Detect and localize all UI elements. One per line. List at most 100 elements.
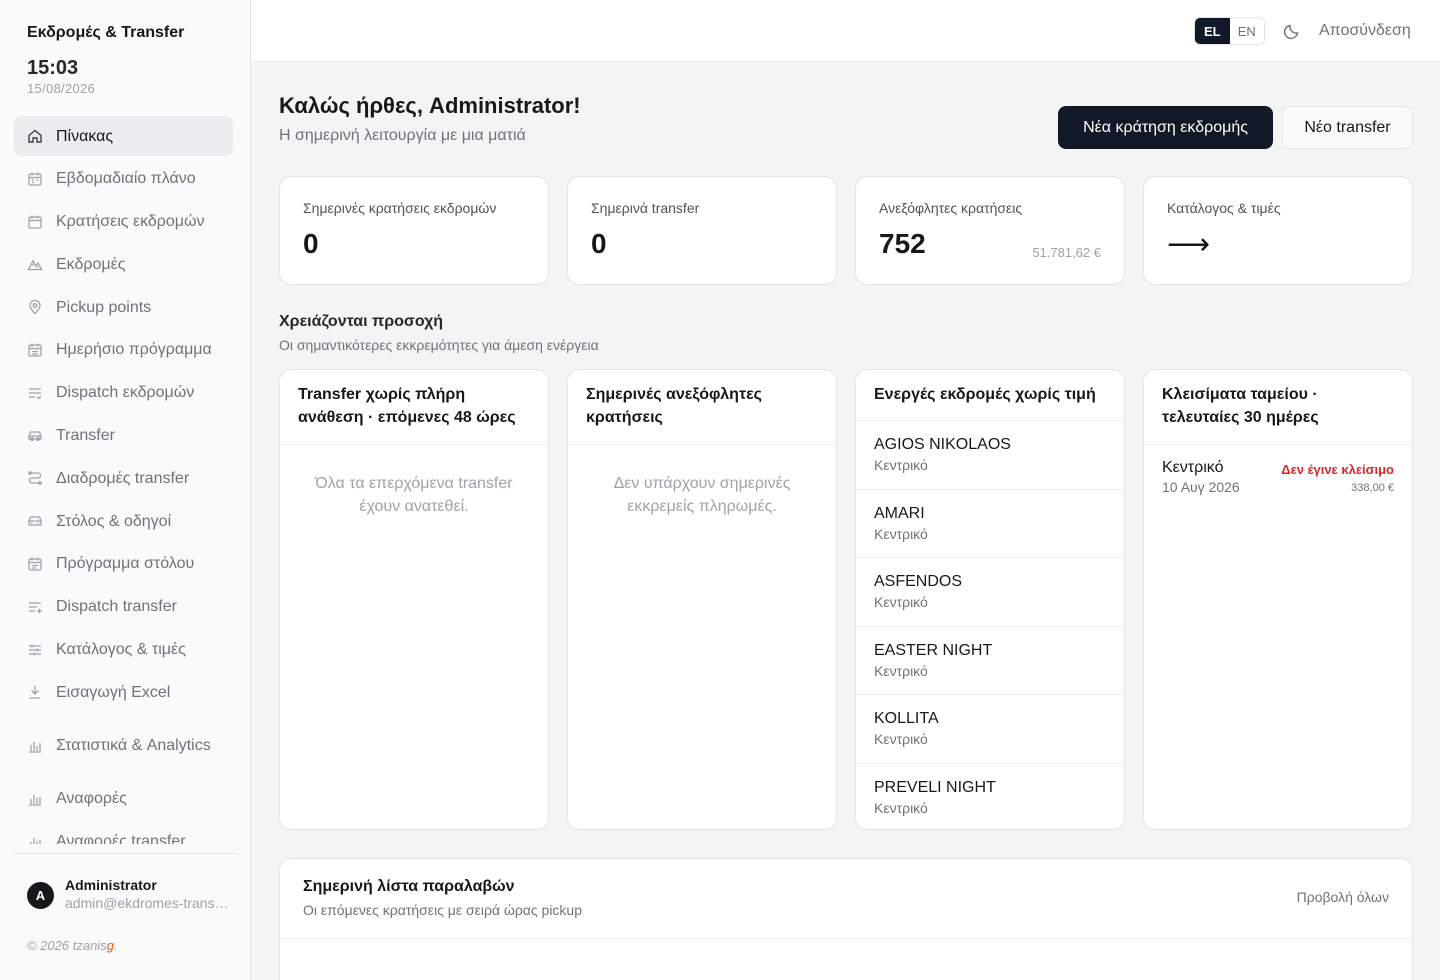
copyright-end: . xyxy=(113,938,118,953)
bar-chart-icon xyxy=(29,794,41,806)
bar-chart-icon xyxy=(30,837,41,844)
page-subtitle: Η σημερινή λειτουργία με μια ματιά xyxy=(279,127,526,144)
top-header: EL EN Αποσύνδεση xyxy=(251,0,1440,62)
stat-card-catalog-prices[interactable]: Κατάλογος & τιμές ⟶ xyxy=(1143,176,1413,285)
sidebar-item-label: Εισαγωγή Excel xyxy=(56,683,171,701)
clock-time: 15:03 xyxy=(27,57,79,79)
list-item[interactable]: EASTER NIGHT Κεντρικό xyxy=(856,627,1124,695)
stat-card-unpaid-bookings[interactable]: Ανεξόφλητες κρατήσεις 752 51.781,62 € xyxy=(855,176,1125,285)
sidebar-item-excel-import[interactable]: Εισαγωγή Excel xyxy=(14,672,233,712)
view-all-link[interactable]: Προβολή όλων xyxy=(1297,889,1389,905)
copyright: © 2026 tzanisg. xyxy=(27,938,118,953)
sidebar-item-label: Pickup points xyxy=(56,298,152,316)
attention-subtitle: Οι σημαντικότερες εκκρεμότητες για άμεση… xyxy=(279,337,599,353)
status-badge: Δεν έγινε κλείσιμο xyxy=(1281,462,1394,477)
calendar-icon xyxy=(28,172,42,186)
excursion-name: AMARI xyxy=(874,504,925,522)
stat-card-today-excursion-bookings[interactable]: Σημερινές κρατήσεις εκδρομών 0 xyxy=(279,176,549,285)
calendar-icon xyxy=(28,215,42,229)
sidebar-item-label: Στατιστικά & Analytics xyxy=(56,737,211,755)
panel-title: Transfer χωρίς πλήρη ανάθεση · επόμενες … xyxy=(280,370,548,445)
pickup-list-subtitle: Οι επόμενες κρατήσεις με σειρά ώρας pick… xyxy=(303,902,582,918)
sidebar-item-dashboard[interactable]: Πίνακας xyxy=(14,116,233,156)
excursion-name: AGIOS NIKOLAOS xyxy=(874,436,1011,453)
stat-label: Ανεξόφλητες κρατήσεις xyxy=(879,200,1023,216)
sidebar-item-statistics[interactable]: Στατιστικά & Analytics xyxy=(14,715,233,776)
pickup-list-title: Σημερινή λίστα παραλαβών xyxy=(303,878,515,895)
app-brand: Εκδρομές & Transfer xyxy=(27,24,185,41)
sidebar-item-daily-schedule[interactable]: Ημερήσιο πρόγραμμα xyxy=(14,330,233,370)
sidebar-nav: Πίνακας Εβδομαδιαίο πλάνο Κρατήσεις εκδρ… xyxy=(14,116,233,844)
sidebar-item-reports[interactable]: Αναφορές xyxy=(14,779,233,819)
sidebar-item-excursion-dispatch[interactable]: Dispatch εκδρομών xyxy=(14,373,233,413)
sidebar-item-fleet-schedule[interactable]: Πρόγραμμα στόλου xyxy=(14,544,233,584)
stat-value: 0 xyxy=(303,228,319,259)
bar-chart-icon xyxy=(29,741,41,753)
moon-icon[interactable] xyxy=(1283,22,1301,40)
sidebar-item-pickup-points[interactable]: Pickup points xyxy=(14,287,233,327)
sidebar-item-transfer-routes[interactable]: Διαδρομές transfer xyxy=(14,458,233,498)
arrow-right-icon: ⟶ xyxy=(1167,228,1211,261)
new-excursion-booking-button[interactable]: Νέα κράτηση εκδρομής xyxy=(1058,106,1273,149)
list-item[interactable]: AMARI Κεντρικό xyxy=(856,490,1124,558)
calendar-icon xyxy=(28,557,42,571)
sidebar-item-excursions[interactable]: Εκδρομές xyxy=(14,244,233,284)
sliders-icon xyxy=(29,644,41,656)
list-item[interactable]: KOLLITA Κεντρικό xyxy=(856,695,1124,764)
stat-card-today-transfers[interactable]: Σημερινά transfer 0 xyxy=(567,176,837,285)
user-name: Administrator xyxy=(65,877,157,893)
car-icon xyxy=(28,516,42,526)
sidebar-item-transfer-reports[interactable]: Αναφορές transfer xyxy=(14,822,233,844)
logout-link[interactable]: Αποσύνδεση xyxy=(1319,22,1411,40)
sidebar-item-label: Dispatch transfer xyxy=(56,598,177,616)
sidebar-item-transfer-dispatch[interactable]: Dispatch transfer xyxy=(14,587,233,627)
panel-title: Κλεισίματα ταμείου · τελευταίες 30 ημέρε… xyxy=(1144,370,1412,445)
page-title: Καλώς ήρθες, Administrator! xyxy=(279,93,581,118)
sidebar-divider xyxy=(14,853,237,854)
excursion-name: PREVELI NIGHT xyxy=(874,778,996,796)
divider xyxy=(280,938,1412,939)
calendar-icon xyxy=(28,343,42,357)
stat-amount: 51.781,62 € xyxy=(1032,245,1101,260)
sidebar-item-label: Κρατήσεις εκδρομών xyxy=(56,213,205,231)
list-plus-icon xyxy=(29,602,42,614)
list-item[interactable]: Κεντρικό 10 Αυγ 2026 Δεν έγινε κλείσιμο … xyxy=(1144,445,1412,505)
excursion-branch: Κεντρικό xyxy=(874,525,928,542)
stat-label: Σημερινά transfer xyxy=(591,200,700,216)
panel-excursions-without-price: Ενεργές εκδρομές χωρίς τιμή AGIOS NIKOLA… xyxy=(855,369,1125,830)
sidebar-item-transfer[interactable]: Transfer xyxy=(14,416,233,456)
download-icon xyxy=(29,686,41,700)
sidebar-item-label: Στόλος & οδηγοί xyxy=(56,512,172,530)
sidebar-item-label: Πρόγραμμα στόλου xyxy=(56,555,195,573)
stat-value: 752 xyxy=(879,228,926,259)
panel-unpaid-today: Σημερινές ανεξόφλητες κρατήσεις Δεν υπάρ… xyxy=(567,369,837,830)
empty-state: Όλα τα επερχόμενα transfer έχουν ανατεθε… xyxy=(315,475,513,515)
sidebar-item-catalog-prices[interactable]: Κατάλογος & τιμές xyxy=(14,630,233,670)
panel-title: Ενεργές εκδρομές χωρίς τιμή xyxy=(856,370,1124,421)
avatar[interactable]: A xyxy=(27,882,54,909)
sidebar-item-fleet-drivers[interactable]: Στόλος & οδηγοί xyxy=(14,501,233,541)
cash-amount: 338,00 € xyxy=(1351,482,1394,494)
excursion-branch: Κεντρικό xyxy=(874,799,928,816)
stat-label: Σημερινές κρατήσεις εκδρομών xyxy=(303,200,497,216)
new-transfer-button[interactable]: Νέο transfer xyxy=(1282,106,1413,149)
lang-el-button[interactable]: EL xyxy=(1195,18,1230,44)
user-email: admin@ekdromes-transfer.gr xyxy=(65,895,230,911)
sidebar-item-label: Διαδρομές transfer xyxy=(56,469,190,487)
sidebar-item-excursion-bookings[interactable]: Κρατήσεις εκδρομών xyxy=(14,202,233,242)
car-icon xyxy=(28,430,42,441)
mountain-icon xyxy=(27,260,43,271)
list-item[interactable]: AGIOS NIKOLAOS Κεντρικό xyxy=(856,421,1124,490)
home-icon xyxy=(28,129,42,143)
copyright-mark: g xyxy=(106,938,114,953)
list-check-icon xyxy=(29,388,42,400)
sidebar-item-label: Αναφορές xyxy=(56,790,127,808)
sidebar-item-weekly-plan[interactable]: Εβδομαδιαίο πλάνο xyxy=(14,159,233,199)
stat-value: 0 xyxy=(591,228,607,259)
lang-en-button[interactable]: EN xyxy=(1230,18,1265,44)
route-icon xyxy=(28,471,42,486)
attention-title: Χρειάζονται προσοχή xyxy=(279,313,444,330)
sidebar-item-label: Κατάλογος & τιμές xyxy=(56,641,186,659)
list-item[interactable]: PREVELI NIGHT Κεντρικό xyxy=(856,764,1124,830)
list-item[interactable]: ASFENDOS Κεντρικό xyxy=(856,558,1124,627)
